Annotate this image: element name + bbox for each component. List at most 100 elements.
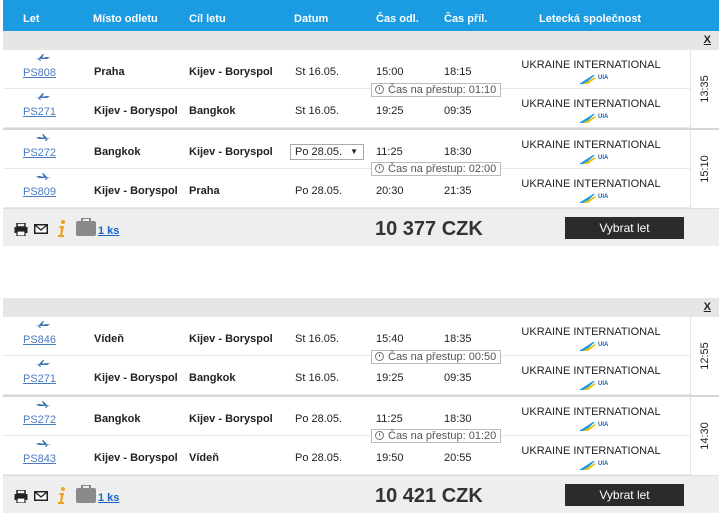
departure-time: 11:25 (376, 146, 403, 158)
baggage-count-link[interactable]: 1 ks (98, 492, 119, 504)
offer-card-2: X PS846 Vídeň Kijev - Boryspol St 16.05.… (3, 298, 719, 513)
airline-name: UKRAINE INTERNATIONAL (521, 326, 661, 338)
departure-time: 15:40 (376, 333, 404, 345)
plane-icon (35, 321, 50, 328)
offer-price: 10 377 CZK (375, 218, 483, 240)
origin-city: Vídeň (94, 333, 124, 345)
close-offer-button[interactable]: X (704, 34, 711, 46)
departure-time: 11:25 (376, 413, 403, 425)
plane-icon (35, 93, 50, 100)
airline-name: UKRAINE INTERNATIONAL (521, 406, 661, 418)
arrival-time: 18:30 (444, 413, 472, 425)
email-icon[interactable] (34, 224, 48, 234)
col-date: Datum (294, 13, 329, 25)
flight-row: PS272 Bangkok Kijev - Boryspol Po 28.05.… (3, 397, 690, 436)
col-departure: Čas odl. (376, 13, 419, 25)
plane-icon (35, 54, 50, 61)
flight-code-link[interactable]: PS808 (23, 67, 56, 79)
uia-wing-icon (579, 422, 596, 431)
plane-icon (35, 360, 50, 367)
airline-name: UKRAINE INTERNATIONAL (521, 445, 661, 457)
offer-card-1: X PS808 Praha Kijev - Boryspol St 16.05.… (3, 31, 719, 246)
flight-code-link[interactable]: PS846 (23, 334, 56, 346)
airline-name: UKRAINE INTERNATIONAL (521, 178, 661, 190)
flight-row: PS271 Kijev - Boryspol Bangkok St 16.05.… (3, 89, 690, 128)
flight-date: Po 28.05. (295, 185, 343, 197)
return-duration: 15:10 (690, 130, 719, 208)
arrival-time: 09:35 (444, 105, 472, 117)
destination-city: Kijev - Boryspol (189, 333, 273, 345)
uia-logo: UIA (579, 112, 619, 124)
outbound-duration: 13:35 (690, 50, 719, 128)
col-origin: Místo odletu (93, 13, 158, 25)
baggage-count-link[interactable]: 1 ks (98, 225, 119, 237)
card-top-bar: X (3, 298, 719, 317)
destination-city: Kijev - Boryspol (189, 66, 273, 78)
flight-date: St 16.05. (295, 333, 340, 345)
flight-code-link[interactable]: PS272 (23, 414, 56, 426)
arrival-time: 18:35 (444, 333, 472, 345)
uia-logo: UIA (579, 153, 619, 165)
plane-icon (36, 440, 51, 447)
airline-name: UKRAINE INTERNATIONAL (521, 139, 661, 151)
uia-wing-icon (579, 75, 596, 84)
uia-logo: UIA (579, 379, 619, 391)
departure-time: 19:25 (376, 105, 404, 117)
card-top-bar: X (3, 31, 719, 50)
origin-city: Kijev - Boryspol (94, 105, 178, 117)
uia-wing-icon (579, 461, 596, 470)
uia-logo: UIA (579, 420, 619, 432)
date-select[interactable]: Po 28.05. ▼ (290, 144, 364, 160)
baggage-icon (76, 485, 96, 503)
destination-city: Vídeň (189, 452, 219, 464)
flight-date: St 16.05. (295, 372, 340, 384)
flight-code-link[interactable]: PS272 (23, 147, 56, 159)
uia-wing-icon (579, 114, 596, 123)
origin-city: Kijev - Boryspol (94, 372, 178, 384)
select-flight-button[interactable]: Vybrat let (565, 217, 684, 239)
flight-row: PS808 Praha Kijev - Boryspol St 16.05. 1… (3, 50, 690, 89)
arrival-time: 18:15 (444, 66, 472, 78)
flight-code-link[interactable]: PS271 (23, 106, 56, 118)
destination-city: Praha (189, 185, 220, 197)
flight-row: PS272 Bangkok Kijev - Boryspol Po 28.05.… (3, 130, 690, 169)
col-arrival: Čas příl. (444, 13, 488, 25)
uia-logo: UIA (579, 459, 619, 471)
uia-wing-icon (579, 155, 596, 164)
destination-city: Kijev - Boryspol (189, 413, 273, 425)
uia-logo: UIA (579, 73, 619, 85)
origin-city: Kijev - Boryspol (94, 185, 178, 197)
origin-city: Praha (94, 66, 125, 78)
return-duration: 14:30 (690, 397, 719, 475)
flight-code-link[interactable]: PS809 (23, 186, 56, 198)
info-icon[interactable] (58, 487, 66, 504)
select-flight-button[interactable]: Vybrat let (565, 484, 684, 506)
flight-code-link[interactable]: PS271 (23, 373, 56, 385)
flight-code-link[interactable]: PS843 (23, 453, 56, 465)
flight-date: Po 28.05. (295, 413, 343, 425)
plane-icon (36, 134, 51, 141)
uia-wing-icon (579, 342, 596, 351)
uia-wing-icon (579, 381, 596, 390)
departure-time: 15:00 (376, 66, 404, 78)
col-airline: Letecká společnost (539, 13, 642, 25)
departure-time: 19:50 (376, 452, 404, 464)
email-icon[interactable] (34, 491, 48, 501)
print-icon[interactable] (14, 490, 28, 503)
dropdown-arrow-icon: ▼ (350, 147, 358, 156)
info-icon[interactable] (58, 220, 66, 237)
uia-wing-icon (579, 194, 596, 203)
destination-city: Bangkok (189, 372, 236, 384)
origin-city: Kijev - Boryspol (94, 452, 178, 464)
print-icon[interactable] (14, 223, 28, 236)
arrival-time: 18:30 (444, 146, 472, 158)
destination-city: Bangkok (189, 105, 236, 117)
airline-name: UKRAINE INTERNATIONAL (521, 59, 661, 71)
flight-date: St 16.05. (295, 66, 340, 78)
destination-city: Kijev - Boryspol (189, 146, 273, 158)
departure-time: 19:25 (376, 372, 404, 384)
flight-date: Po 28.05. (295, 452, 343, 464)
flight-row: PS809 Kijev - Boryspol Praha Po 28.05. 2… (3, 169, 690, 208)
close-offer-button[interactable]: X (704, 301, 711, 313)
uia-logo: UIA (579, 340, 619, 352)
